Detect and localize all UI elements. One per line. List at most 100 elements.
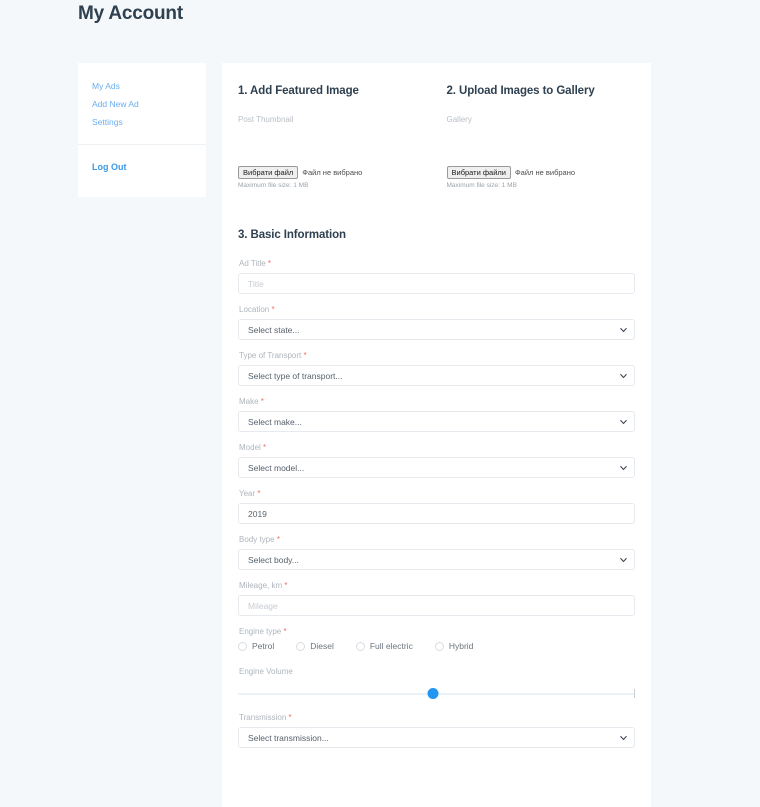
transmission-select-wrap: Select transmission... xyxy=(238,727,635,749)
sidebar-item-my-ads[interactable]: My Ads xyxy=(92,77,206,95)
engine-type-option-label: Full electric xyxy=(369,641,413,652)
engine-volume-label: Engine Volume xyxy=(239,667,293,677)
featured-image-choose-file-button[interactable]: Вибрати файл xyxy=(238,166,299,180)
engine-type-option-label: Hybrid xyxy=(448,641,474,652)
required-mark: * xyxy=(271,305,275,315)
body-type-label: Body type * xyxy=(239,535,635,544)
required-mark: * xyxy=(276,535,280,545)
location-select[interactable]: Select state... xyxy=(238,319,635,341)
sidebar-footer: Log Out xyxy=(78,145,206,197)
required-mark: * xyxy=(303,351,307,361)
engine-type-option-label: Diesel xyxy=(310,641,334,652)
gallery-size-hint: Maximum file size: 1 MB xyxy=(446,182,517,190)
engine-type-option-hybrid[interactable]: Hybrid xyxy=(434,641,474,652)
gallery-file-input[interactable]: Вибрати файли Файл не вибрано xyxy=(446,166,636,180)
basic-information-heading: 3. Basic Information xyxy=(238,229,346,242)
featured-image-section: 1. Add Featured Image Post Thumbnail Виб… xyxy=(238,85,437,189)
field-transport-type: Type of Transport * Select type of trans… xyxy=(238,351,635,387)
transmission-select[interactable]: Select transmission... xyxy=(238,727,635,749)
field-transmission: Transmission * Select transmission... xyxy=(238,713,635,749)
make-select[interactable]: Select make... xyxy=(238,411,635,433)
required-mark: * xyxy=(260,397,264,407)
engine-type-option-label: Petrol xyxy=(252,641,275,652)
field-engine-volume: Engine Volume xyxy=(238,667,635,702)
radio-icon xyxy=(296,641,306,651)
year-label-text: Year xyxy=(239,489,256,499)
featured-image-file-input[interactable]: Вибрати файл Файл не вибрано xyxy=(238,166,437,180)
transport-type-label: Type of Transport * xyxy=(239,351,635,360)
make-select-wrap: Select make... xyxy=(238,411,635,433)
model-select[interactable]: Select model... xyxy=(238,457,635,479)
field-model: Model * Select model... xyxy=(238,443,635,479)
make-label-text: Make xyxy=(239,397,259,407)
engine-type-option-diesel[interactable]: Diesel xyxy=(296,641,334,651)
engine-type-label-text: Engine type xyxy=(239,627,282,637)
engine-volume-slider[interactable] xyxy=(238,686,635,702)
slider-end-tick xyxy=(634,689,635,699)
required-mark: * xyxy=(284,581,288,591)
sidebar-nav: My Ads Add New Ad Settings xyxy=(78,77,206,142)
required-mark: * xyxy=(267,259,272,269)
basic-information-section: 3. Basic Information Ad Title * Location… xyxy=(238,229,635,749)
location-select-wrap: Select state... xyxy=(238,319,635,341)
page-title: My Account xyxy=(78,3,183,24)
make-label: Make * xyxy=(239,397,635,406)
year-input[interactable] xyxy=(238,503,635,525)
engine-type-option-full-electric[interactable]: Full electric xyxy=(355,641,413,652)
transmission-label-text: Transmission xyxy=(239,713,287,723)
featured-image-heading: 1. Add Featured Image xyxy=(238,85,359,97)
featured-image-size-hint: Maximum file size: 1 MB xyxy=(238,182,309,190)
slider-handle[interactable] xyxy=(427,688,439,700)
required-mark: * xyxy=(263,443,267,453)
model-label: Model * xyxy=(239,443,635,452)
ad-title-label: Ad Title * xyxy=(239,259,635,268)
mileage-input[interactable] xyxy=(238,595,635,617)
gallery-heading: 2. Upload Images to Gallery xyxy=(446,85,595,97)
required-mark: * xyxy=(288,713,292,723)
transport-type-label-text: Type of Transport xyxy=(239,351,302,361)
required-mark: * xyxy=(257,489,261,499)
logout-link[interactable]: Log Out xyxy=(92,162,127,172)
location-label: Location * xyxy=(239,305,635,314)
model-select-wrap: Select model... xyxy=(238,457,635,479)
transport-type-select-wrap: Select type of transport... xyxy=(238,365,635,387)
mileage-label-text: Mileage, km xyxy=(239,581,283,591)
model-label-text: Model xyxy=(239,443,261,453)
field-mileage: Mileage, km * xyxy=(238,581,635,617)
engine-type-radio-group: Petrol Diesel Full electric Hybrid xyxy=(238,641,635,651)
year-label: Year * xyxy=(239,489,635,498)
field-location: Location * Select state... xyxy=(238,305,635,341)
radio-icon xyxy=(434,641,444,651)
field-make: Make * Select make... xyxy=(238,397,635,433)
sidebar-item-add-new-ad[interactable]: Add New Ad xyxy=(92,95,206,113)
upload-sections: 1. Add Featured Image Post Thumbnail Виб… xyxy=(238,85,635,189)
ad-title-input[interactable] xyxy=(238,273,635,295)
account-sidebar: My Ads Add New Ad Settings Log Out xyxy=(78,63,206,197)
ad-title-label-text: Ad Title xyxy=(239,259,266,269)
gallery-file-status: Файл не вибрано xyxy=(514,168,576,178)
featured-image-sublabel: Post Thumbnail xyxy=(238,115,294,124)
body-type-select-wrap: Select body... xyxy=(238,549,635,571)
gallery-choose-files-button[interactable]: Вибрати файли xyxy=(446,166,511,180)
radio-icon xyxy=(355,641,365,651)
body-type-label-text: Body type xyxy=(239,535,275,545)
engine-type-option-petrol[interactable]: Petrol xyxy=(238,641,274,651)
main-panel: 1. Add Featured Image Post Thumbnail Виб… xyxy=(222,63,651,807)
sidebar-item-settings[interactable]: Settings xyxy=(92,113,206,131)
field-body-type: Body type * Select body... xyxy=(238,535,635,571)
transmission-label: Transmission * xyxy=(239,713,635,722)
field-engine-type: Engine type * Petrol Diesel Full electri… xyxy=(238,627,635,651)
required-mark: * xyxy=(283,627,287,637)
transport-type-select[interactable]: Select type of transport... xyxy=(238,365,635,387)
mileage-label: Mileage, km * xyxy=(239,581,635,590)
radio-icon xyxy=(238,641,247,651)
gallery-upload-section: 2. Upload Images to Gallery Gallery Вибр… xyxy=(437,85,636,189)
field-ad-title: Ad Title * xyxy=(238,259,635,295)
field-year: Year * xyxy=(238,489,635,525)
engine-type-label: Engine type * xyxy=(239,627,635,636)
featured-image-file-status: Файл не вибрано xyxy=(302,168,363,178)
body-type-select[interactable]: Select body... xyxy=(238,549,635,571)
gallery-sublabel: Gallery xyxy=(446,115,472,124)
location-label-text: Location xyxy=(239,305,270,315)
